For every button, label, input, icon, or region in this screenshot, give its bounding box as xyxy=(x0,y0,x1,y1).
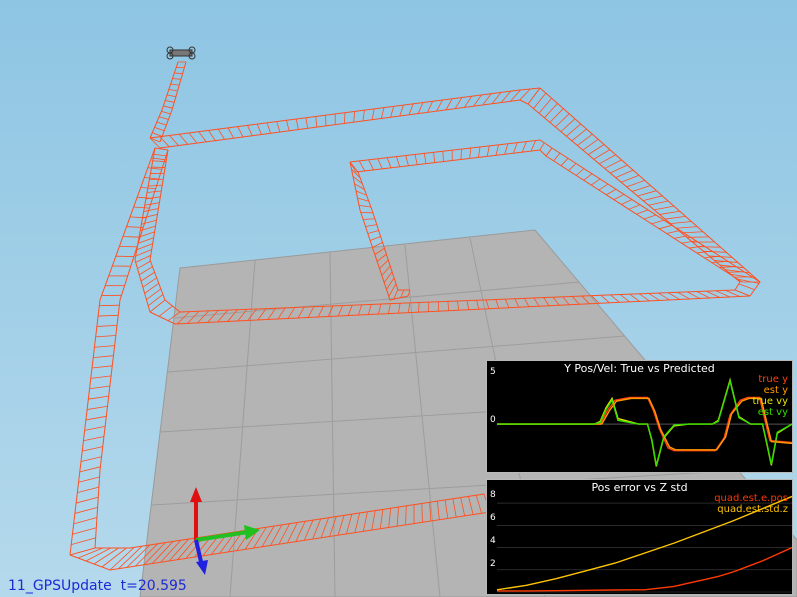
ribbon-rung xyxy=(119,245,138,248)
y-tick-label: 2 xyxy=(490,559,496,569)
plot-legend: true y est y true vy est vy xyxy=(752,374,788,418)
series-line-quad-est-e-pos xyxy=(497,546,792,592)
plot-title: Y Pos/Vel: True vs Predicted xyxy=(564,362,715,375)
status-bar: 11_GPSUpdate t=20.595 xyxy=(8,578,187,594)
y-pos-vel-plot-area xyxy=(497,377,792,467)
ribbon-rung xyxy=(344,112,346,124)
legend-true-vy: true vy xyxy=(752,396,788,407)
y-tick-label: 0 xyxy=(490,415,496,425)
legend-est-vy: est vy xyxy=(757,407,788,418)
y-tick-label: 5 xyxy=(490,367,496,377)
legend-est-y: est y xyxy=(763,385,788,396)
ribbon-rung xyxy=(325,115,327,126)
pos-error-plot[interactable]: Pos error vs Z std 8 6 4 2 quad.est.e.po… xyxy=(486,479,793,595)
scenario-name: 11_GPSUpdate xyxy=(8,578,112,594)
plot-legend: quad.est.e.pos quad.est.std.z xyxy=(714,493,788,515)
sim-time: t=20.595 xyxy=(120,578,187,594)
y-tick-label: 4 xyxy=(490,536,496,546)
y-pos-vel-plot[interactable]: Y Pos/Vel: True vs Predicted 5 0 true y … xyxy=(486,360,793,473)
ribbon-rung xyxy=(697,246,721,248)
ribbon-rung xyxy=(174,72,183,74)
legend-true-y: true y xyxy=(758,374,788,385)
y-tick-label: 8 xyxy=(490,490,496,500)
ribbon-rung xyxy=(149,178,164,181)
series-line-est-vy xyxy=(497,378,792,466)
legend-z-std: quad.est.std.z xyxy=(717,504,788,515)
y-tick-label: 6 xyxy=(490,513,496,523)
legend-pos-error: quad.est.e.pos xyxy=(714,493,788,504)
